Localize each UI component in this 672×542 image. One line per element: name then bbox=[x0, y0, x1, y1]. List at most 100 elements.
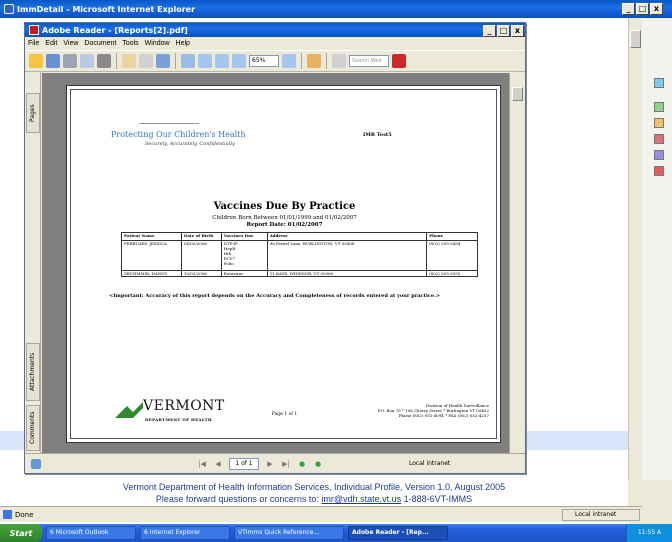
menu-window[interactable]: Window bbox=[145, 40, 170, 47]
strip-icon bbox=[654, 118, 664, 128]
open-icon[interactable] bbox=[29, 54, 43, 68]
toolbar-separator bbox=[116, 53, 117, 69]
next-page-button[interactable]: ▶ bbox=[265, 459, 275, 469]
col-dob: Date of Birth bbox=[180, 232, 222, 241]
go-back-icon[interactable]: ● bbox=[297, 459, 307, 469]
zoom-out-icon[interactable] bbox=[232, 54, 246, 68]
reader-menubar: File Edit View Document Tools Window Hel… bbox=[25, 37, 525, 50]
footer-line1: Vermont Department of Health Information… bbox=[122, 482, 506, 492]
select-tool-icon[interactable] bbox=[139, 54, 153, 68]
reader-status-bar: |◀ ◀ 1 of 1 ▶ ▶| ● ● Local intranet bbox=[25, 453, 525, 473]
document-scroll-thumb[interactable] bbox=[512, 87, 523, 101]
reader-close-button[interactable]: x bbox=[511, 25, 524, 37]
pdf-page-border: Protecting Our Children's Health Securel… bbox=[70, 89, 497, 439]
menu-tools[interactable]: Tools bbox=[122, 40, 138, 47]
ie-scrollbar[interactable] bbox=[628, 18, 642, 480]
task-outlook[interactable]: 6 Microsoft Outlook bbox=[46, 526, 136, 540]
print-icon[interactable] bbox=[63, 54, 77, 68]
ie-icon bbox=[4, 4, 14, 14]
ie-status-bar: Done Local intranet bbox=[0, 506, 642, 522]
start-button[interactable]: Start bbox=[0, 524, 42, 542]
email-icon[interactable] bbox=[80, 54, 94, 68]
reader-minimize-button[interactable]: _ bbox=[483, 25, 496, 37]
help-icon[interactable] bbox=[332, 54, 346, 68]
menu-help[interactable]: Help bbox=[176, 40, 190, 47]
cell-vaccines: Rotavirus bbox=[220, 270, 268, 277]
zoom-increase-icon[interactable] bbox=[282, 54, 296, 68]
ie-status-icon bbox=[3, 510, 12, 519]
cell-address: 98 Pernel Lane, BURLINGTON, VT 05408 bbox=[266, 240, 428, 271]
rotate-icon[interactable] bbox=[307, 54, 321, 68]
search-web-input[interactable]: Search Web bbox=[349, 55, 389, 67]
ie-window-controls: _ □ x bbox=[622, 3, 663, 15]
col-vaccines-due: Vaccines Due bbox=[220, 232, 268, 241]
strip-icon bbox=[654, 150, 664, 160]
cell-dob: 10/01/2006 bbox=[180, 270, 222, 277]
actual-size-icon[interactable] bbox=[198, 54, 212, 68]
col-address: Address bbox=[266, 232, 428, 241]
tab-attachments[interactable]: Attachments bbox=[26, 343, 40, 401]
previous-page-button[interactable]: ◀ bbox=[213, 459, 223, 469]
task-internet-explorer[interactable]: 6 Internet Explorer bbox=[140, 526, 230, 540]
table-row: FEBRUARY, JESSICA 04/05/2006 DTP-IP HepB… bbox=[121, 240, 478, 271]
logo-tagline: Securely, Accurately, Confidentially bbox=[145, 141, 235, 147]
cell-vaccines: DTP-IP HepB Hib PCV7 Polio bbox=[220, 240, 268, 271]
toolbar-separator bbox=[301, 53, 302, 69]
document-view: Protecting Our Children's Health Securel… bbox=[42, 73, 509, 453]
save-icon[interactable] bbox=[46, 54, 60, 68]
menu-edit[interactable]: Edit bbox=[45, 40, 57, 47]
report-subtitle: Children Born Between 01/01/1999 and 01/… bbox=[212, 215, 357, 221]
cell-name: FEBRUARY, JESSICA bbox=[121, 240, 182, 271]
hand-tool-icon[interactable] bbox=[122, 54, 136, 68]
go-forward-icon[interactable]: ● bbox=[313, 459, 323, 469]
reader-toolbar: 65% Search Web bbox=[25, 50, 525, 72]
last-page-button[interactable]: ▶| bbox=[281, 459, 291, 469]
toolbar-separator bbox=[175, 53, 176, 69]
fit-page-icon[interactable] bbox=[215, 54, 229, 68]
menu-view[interactable]: View bbox=[63, 40, 78, 47]
reader-zone: Local intranet bbox=[409, 460, 451, 467]
first-page-button[interactable]: |◀ bbox=[197, 459, 207, 469]
zoom-in-icon[interactable] bbox=[181, 54, 195, 68]
ie-zone: Local intranet bbox=[562, 509, 640, 521]
snapshot-icon[interactable] bbox=[156, 54, 170, 68]
reader-maximize-button[interactable]: □ bbox=[497, 25, 510, 37]
toolbar-separator bbox=[326, 53, 327, 69]
ie-title: ImmDetail - Microsoft Internet Explorer bbox=[17, 4, 196, 14]
zoom-level-input[interactable]: 65% bbox=[249, 55, 279, 67]
table-header-row: Patient Name Date of Birth Vaccines Due … bbox=[121, 232, 478, 241]
find-icon[interactable] bbox=[97, 54, 111, 68]
page-number-input[interactable]: 1 of 1 bbox=[229, 457, 259, 470]
imr-label: IMR Test5 bbox=[363, 132, 392, 138]
report-date: Report Date: 01/02/2007 bbox=[246, 222, 323, 228]
department-name: DEPARTMENT OF HEALTH bbox=[145, 417, 212, 422]
col-patient-name: Patient Name bbox=[121, 232, 182, 241]
ie-scroll-thumb[interactable] bbox=[630, 30, 641, 48]
important-note: <Important: Accuracy of this report depe… bbox=[109, 293, 441, 299]
cell-phone: (802) 555-5555 bbox=[426, 270, 478, 277]
close-button[interactable]: x bbox=[650, 3, 663, 15]
maximize-button[interactable]: □ bbox=[636, 3, 649, 15]
task-vtimms-reference[interactable]: VTImms Quick Reference... bbox=[234, 526, 344, 540]
tab-comments[interactable]: Comments bbox=[26, 405, 40, 451]
adobe-reader-window: Adobe Reader - [Reports[2].pdf] _ □ x Fi… bbox=[24, 22, 526, 474]
cell-phone: (802) 555-5454 bbox=[426, 240, 478, 271]
menu-document[interactable]: Document bbox=[84, 40, 116, 47]
document-scrollbar[interactable] bbox=[509, 73, 525, 453]
tab-pages[interactable]: Pages bbox=[26, 93, 40, 133]
footer-email-link[interactable]: imr@vdh.state.vt.us bbox=[321, 494, 401, 504]
system-clock: 11:55 A bbox=[626, 524, 672, 542]
logo-brand: Protecting Our Children's Health bbox=[111, 130, 246, 139]
reader-title: Adobe Reader - [Reports[2].pdf] bbox=[42, 25, 188, 35]
vaccines-table: Patient Name Date of Birth Vaccines Due … bbox=[121, 232, 478, 277]
reader-titlebar: Adobe Reader - [Reports[2].pdf] bbox=[25, 23, 525, 37]
strip-icon bbox=[654, 78, 664, 88]
ie-titlebar: ImmDetail - Microsoft Internet Explorer bbox=[0, 0, 672, 18]
navigation-panel-tabs: Pages Attachments Comments bbox=[25, 73, 41, 453]
pdf-page: Protecting Our Children's Health Securel… bbox=[66, 85, 501, 443]
task-adobe-reader[interactable]: Adobe Reader - [Rep... bbox=[348, 526, 448, 540]
ie-status-text: Done bbox=[15, 510, 34, 519]
minimize-button[interactable]: _ bbox=[622, 3, 635, 15]
menu-file[interactable]: File bbox=[28, 40, 39, 47]
footer-line2: Please forward questions or concerns to:… bbox=[0, 493, 628, 505]
